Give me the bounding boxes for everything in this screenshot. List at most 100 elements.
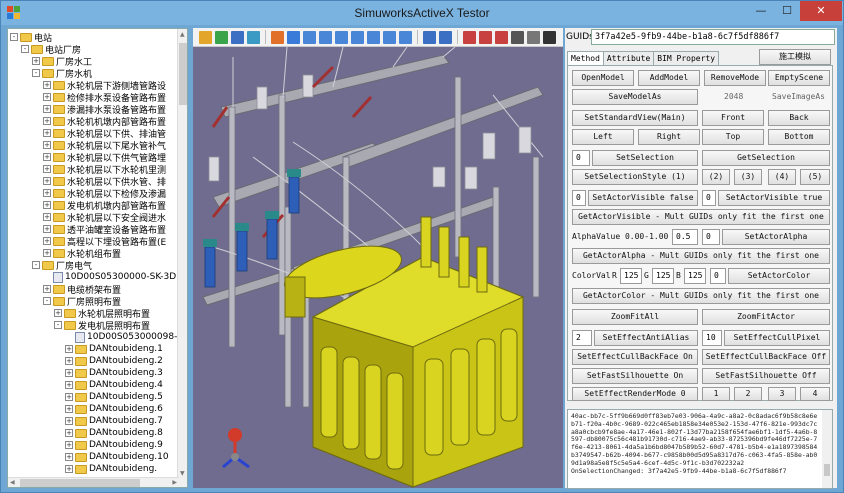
- visible-false-input[interactable]: 0: [572, 190, 586, 206]
- expand-icon[interactable]: +: [43, 81, 51, 89]
- expand-icon[interactable]: +: [65, 369, 73, 377]
- tree-item[interactable]: + 电缆桥架布置: [43, 283, 121, 296]
- tree-item[interactable]: + 水轮机层以下检修及渗漏: [43, 187, 166, 200]
- left-view-icon[interactable]: [335, 30, 348, 44]
- set-selection-style-1-button[interactable]: SetSelectionStyle (1): [572, 169, 698, 185]
- expand-icon[interactable]: +: [43, 117, 51, 125]
- tree-item[interactable]: + 水轮机层照明布置: [54, 307, 150, 320]
- log-scroll-thumb[interactable]: [824, 464, 830, 476]
- expand-icon[interactable]: +: [43, 213, 51, 221]
- top-view-icon[interactable]: [367, 30, 380, 44]
- front-view-icon[interactable]: [303, 30, 316, 44]
- export-icon[interactable]: [247, 30, 260, 44]
- save-model-as-button[interactable]: SaveModelAs: [572, 89, 698, 105]
- tree-item[interactable]: + 透平油罐室设备管路布置: [43, 223, 166, 236]
- expand-icon[interactable]: +: [65, 465, 73, 473]
- expand-icon[interactable]: +: [43, 249, 51, 257]
- get-actor-color-button[interactable]: GetActorColor - Mult GUIDs only fit the …: [572, 288, 830, 304]
- empty-scene-button[interactable]: EmptyScene: [768, 70, 830, 86]
- selection-style-4-button[interactable]: (4): [768, 169, 796, 185]
- axis-y-icon[interactable]: [479, 30, 492, 44]
- set-effect-anti-alias-button[interactable]: SetEffectAntiAlias: [594, 330, 698, 346]
- tree-item[interactable]: - 电站: [10, 31, 52, 44]
- fast-silhouette-off-button[interactable]: SetFastSilhouette Off: [702, 368, 830, 384]
- green-input[interactable]: 125: [652, 268, 674, 284]
- tree-item[interactable]: + 水轮机层以下供气管路埋: [43, 151, 166, 164]
- expand-icon[interactable]: +: [65, 357, 73, 365]
- tree-item[interactable]: + DANtoubideng.2: [65, 355, 163, 367]
- guid-input[interactable]: 3f7a42e5-9fb9-44be-b1a8-6c7f5df886f7: [591, 29, 835, 45]
- front-view-button[interactable]: Front: [702, 110, 764, 126]
- cube-solid-icon[interactable]: [543, 30, 556, 44]
- expand-icon[interactable]: +: [65, 453, 73, 461]
- model-tree[interactable]: + DANtoubideng. + DANtoubideng.10 + DANtoubid…: [7, 28, 188, 488]
- red-input[interactable]: 125: [620, 268, 642, 284]
- tree-item[interactable]: + DANtoubideng.4: [65, 379, 163, 391]
- cull-back-face-on-button[interactable]: SetEffectCullBackFace On: [572, 349, 698, 365]
- tree-item[interactable]: + DANtoubideng.1: [65, 343, 163, 355]
- set-actor-color-button[interactable]: SetActorColor: [728, 268, 830, 284]
- render-mode-3-button[interactable]: 3: [768, 387, 796, 401]
- tree-item[interactable]: - 厂房电气: [32, 259, 92, 272]
- tree-item[interactable]: + 水轮机机墩内部管路布置: [43, 115, 166, 128]
- expand-icon[interactable]: +: [65, 417, 73, 425]
- tree-item[interactable]: + 渗漏排水泵设备管路布置: [43, 103, 166, 116]
- tree-item[interactable]: - 发电机层照明布置: [54, 319, 150, 332]
- selection-style-2-button[interactable]: (2): [702, 169, 730, 185]
- scroll-down-icon[interactable]: ▼: [180, 470, 185, 477]
- expand-icon[interactable]: +: [65, 429, 73, 437]
- tree-item[interactable]: 10D00S05300000-SK-3D.: [43, 271, 179, 283]
- expand-icon[interactable]: +: [43, 237, 51, 245]
- event-log[interactable]: 40ac-bb7c-5ff9b669d0ff83eb7e03-906a-4a9c…: [567, 409, 833, 489]
- render-mode-4-button[interactable]: 4: [800, 387, 830, 401]
- scroll-right-icon[interactable]: ▶: [172, 479, 177, 486]
- cube-wire-icon[interactable]: [527, 30, 540, 44]
- open-model-button[interactable]: OpenModel: [572, 70, 634, 86]
- alpha-guid-input[interactable]: 0: [702, 229, 720, 245]
- maximize-button[interactable]: ☐: [774, 1, 800, 21]
- tree-item[interactable]: + 水轮机层以下供、排油管: [43, 127, 166, 140]
- tree-item[interactable]: + 水轮机层下游侧墙管路设: [43, 79, 166, 92]
- tree-item[interactable]: + DANtoubideng.: [65, 463, 157, 475]
- expand-icon[interactable]: +: [43, 93, 51, 101]
- tree-item[interactable]: + 厂房水工: [32, 55, 92, 68]
- zoom-fit-all-button[interactable]: ZoomFitAll: [572, 309, 698, 325]
- render-mode-2-button[interactable]: 2: [734, 387, 762, 401]
- save-image-as-label[interactable]: SaveImageAs: [772, 89, 825, 105]
- minimize-button[interactable]: —: [748, 1, 774, 21]
- expand-icon[interactable]: +: [43, 105, 51, 113]
- collapse-icon[interactable]: -: [32, 69, 40, 77]
- selection-style-5-button[interactable]: (5): [800, 169, 830, 185]
- axis-x-icon[interactable]: [463, 30, 476, 44]
- set-actor-visible-false-button[interactable]: SetActorVisible false: [588, 190, 698, 206]
- tree-hscroll-thumb[interactable]: [20, 479, 140, 487]
- get-actor-visible-button[interactable]: GetActorVisible - Mult GUIDs only fit th…: [572, 209, 830, 225]
- box-icon[interactable]: [287, 30, 300, 44]
- remove-model-button[interactable]: RemoveMode: [704, 70, 766, 86]
- expand-icon[interactable]: +: [43, 189, 51, 197]
- tab-attribute[interactable]: Attribute: [602, 51, 655, 65]
- tree-item[interactable]: + DANtoubideng.8: [65, 427, 163, 439]
- tree-item[interactable]: - 电站厂房: [21, 43, 81, 56]
- iso-view-icon[interactable]: [399, 30, 412, 44]
- back-view-button[interactable]: Back: [768, 110, 830, 126]
- expand-icon[interactable]: +: [65, 381, 73, 389]
- tree-item[interactable]: + 水轮机层以下水轮机里测: [43, 163, 166, 176]
- open-icon[interactable]: [199, 30, 212, 44]
- anti-alias-input[interactable]: 2: [572, 330, 592, 346]
- tree-item[interactable]: 10D00S053000098-: [65, 331, 177, 343]
- back-view-icon[interactable]: [319, 30, 332, 44]
- collapse-icon[interactable]: -: [10, 33, 18, 41]
- set-actor-alpha-button[interactable]: SetActorAlpha: [722, 229, 830, 245]
- top-view-button[interactable]: Top: [702, 129, 764, 145]
- fast-silhouette-on-button[interactable]: SetFastSilhouette On: [572, 368, 698, 384]
- collapse-icon[interactable]: -: [32, 261, 40, 269]
- save-icon[interactable]: [231, 30, 244, 44]
- collapse-icon[interactable]: -: [54, 321, 62, 329]
- tree-item[interactable]: + DANtoubideng.5: [65, 391, 163, 403]
- 3d-viewport[interactable]: [193, 47, 563, 488]
- color-guid-input[interactable]: 0: [710, 268, 726, 284]
- tree-item[interactable]: + DANtoubideng.10: [65, 451, 169, 463]
- close-button[interactable]: ✕: [800, 1, 842, 21]
- tree-item[interactable]: - 厂房照明布置: [43, 295, 121, 308]
